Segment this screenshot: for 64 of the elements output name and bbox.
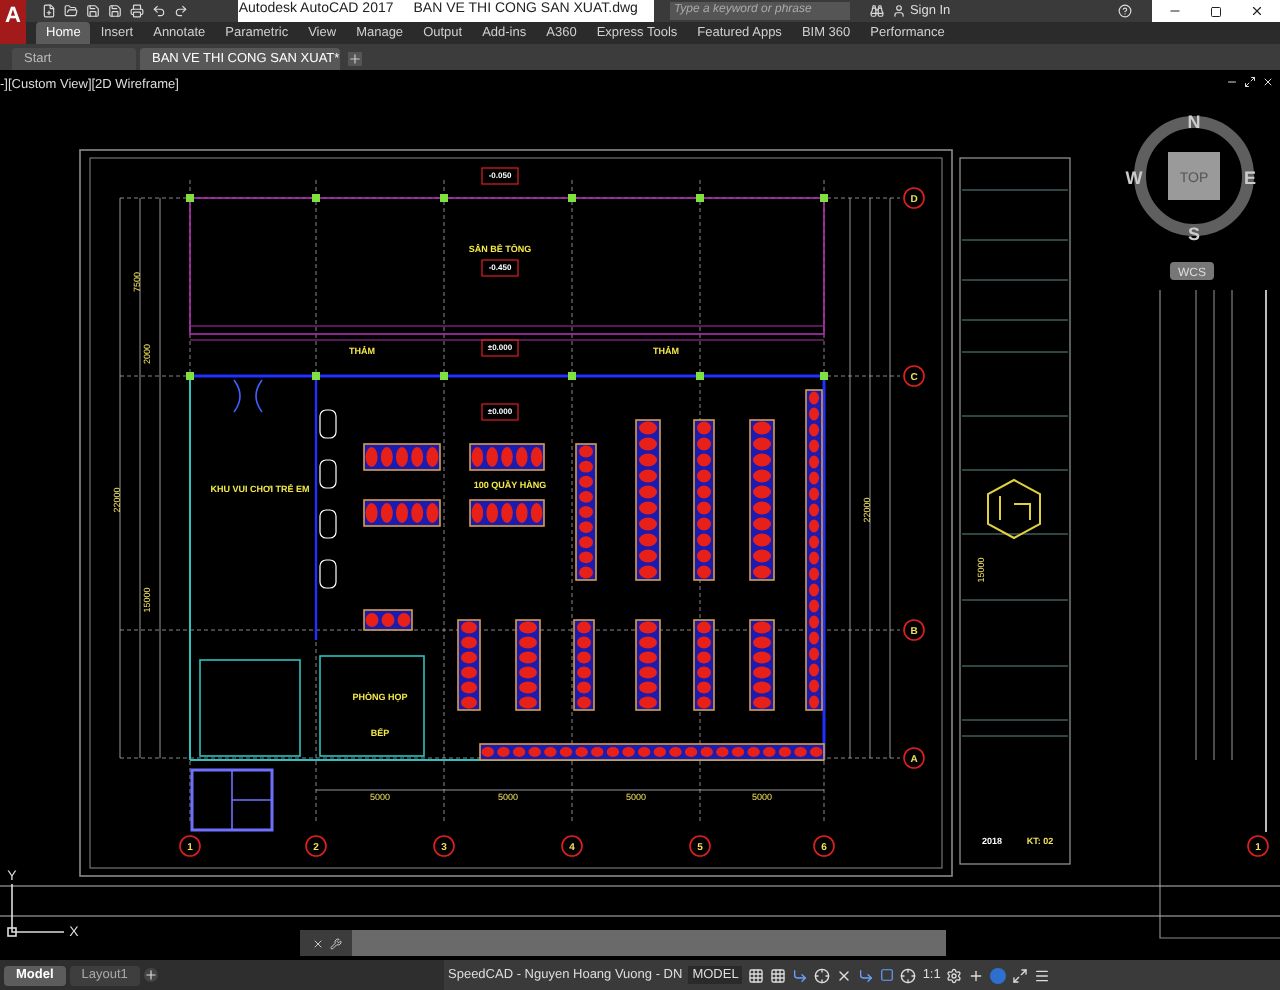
user-icon — [891, 4, 906, 18]
grid-bubble — [813, 835, 835, 857]
grid-bubble — [903, 619, 925, 641]
save-as-icon[interactable] — [107, 4, 122, 18]
binoculars-icon[interactable] — [869, 4, 884, 18]
command-close-icon[interactable] — [311, 937, 323, 949]
snap-icon[interactable] — [770, 967, 787, 983]
level-marker — [481, 259, 519, 277]
settings-icon[interactable] — [946, 967, 963, 983]
wcs-menu[interactable] — [1170, 262, 1214, 280]
minimize-icon[interactable] — [1168, 4, 1182, 18]
maximize-icon[interactable] — [1210, 5, 1222, 17]
viewport-minimize-icon[interactable] — [1226, 76, 1238, 88]
undo-icon[interactable] — [151, 4, 166, 18]
shelf-unit — [363, 443, 441, 471]
redo-icon[interactable] — [173, 4, 188, 18]
level-marker — [481, 167, 519, 185]
new-tab-icon[interactable] — [348, 52, 362, 66]
shelf-unit — [469, 499, 545, 527]
shelf-unit — [469, 443, 545, 471]
level-marker — [481, 403, 519, 421]
grid-bubble — [689, 835, 711, 857]
shelf-unit — [515, 619, 541, 711]
ortho-icon[interactable] — [792, 967, 809, 983]
print-icon[interactable] — [129, 4, 144, 18]
new-layout-icon[interactable] — [143, 968, 158, 982]
plus-icon[interactable] — [968, 967, 985, 983]
open-folder-icon[interactable] — [63, 4, 78, 18]
grid-bubble — [305, 835, 327, 857]
help-icon[interactable] — [1118, 4, 1132, 18]
shelf-unit — [363, 499, 441, 527]
annotation-icon[interactable] — [900, 967, 917, 983]
grid-bubble — [903, 365, 925, 387]
viewport-close-icon[interactable] — [1262, 76, 1274, 88]
selection-cycling-icon[interactable] — [880, 968, 895, 982]
shelf-unit — [635, 619, 661, 711]
compass-north[interactable]: N — [1187, 112, 1201, 132]
grid-bubble — [179, 835, 201, 857]
shelf-unit — [575, 443, 597, 581]
wrench-icon[interactable] — [329, 937, 341, 949]
compass-west[interactable]: W — [1125, 168, 1143, 188]
new-file-icon[interactable] — [41, 4, 56, 18]
grid-bubble — [433, 835, 455, 857]
shelf-unit — [457, 619, 481, 711]
ucs-icon — [7, 883, 65, 937]
grid-bubble — [903, 747, 925, 769]
grid-bubble — [561, 835, 583, 857]
shelf-unit — [573, 619, 595, 711]
grid-icon[interactable] — [748, 967, 765, 983]
app-menu-button[interactable]: A — [0, 0, 26, 44]
menu-icon[interactable] — [1034, 967, 1051, 983]
polar-icon[interactable] — [814, 967, 831, 983]
fullscreen-icon[interactable] — [1012, 967, 1029, 983]
grid-bubble — [1247, 835, 1269, 857]
level-marker — [481, 339, 519, 357]
save-icon[interactable] — [85, 4, 100, 18]
shelf-unit — [749, 619, 775, 711]
shelf-unit — [363, 609, 413, 631]
snap-tracking-icon[interactable] — [858, 967, 875, 983]
shelf-unit — [693, 619, 715, 711]
grid-bubble — [903, 187, 925, 209]
object-snap-icon[interactable] — [836, 967, 853, 983]
company-logo — [987, 479, 1041, 540]
close-icon[interactable] — [1250, 4, 1264, 18]
